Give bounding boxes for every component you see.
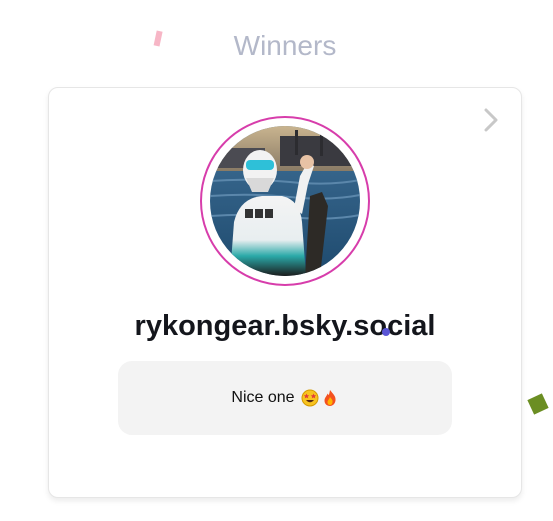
winners-page: Winners rykongear.bsky.social Nice one: [0, 0, 553, 521]
avatar-ring: [200, 116, 370, 286]
avatar-photo: [210, 126, 360, 276]
winner-handle[interactable]: rykongear.bsky.social: [49, 310, 521, 343]
section-title: Winners: [233, 30, 337, 61]
message-text: Nice one: [231, 389, 295, 406]
avatar[interactable]: [210, 126, 360, 276]
chevron-right-icon: [484, 108, 498, 132]
winner-message: Nice one: [118, 361, 452, 435]
fire-emoji: [324, 390, 336, 406]
next-winner-button[interactable]: [477, 106, 505, 134]
confetti-piece: [382, 328, 390, 336]
confetti-piece: [527, 393, 549, 415]
star-struck-emoji: [301, 389, 319, 407]
winner-card: rykongear.bsky.social Nice one: [48, 87, 522, 498]
